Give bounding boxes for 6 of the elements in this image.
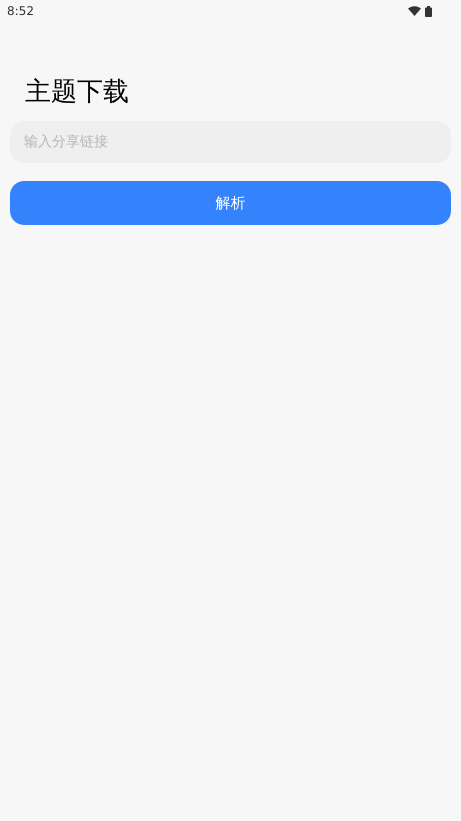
link-input-field[interactable]: 输入分享链接	[10, 121, 451, 163]
wifi-icon	[408, 6, 421, 16]
parse-button[interactable]: 解析	[10, 181, 451, 225]
battery-icon	[425, 6, 432, 16]
status-time: 8:52	[7, 3, 34, 20]
page-title: 主题下载	[25, 76, 130, 109]
